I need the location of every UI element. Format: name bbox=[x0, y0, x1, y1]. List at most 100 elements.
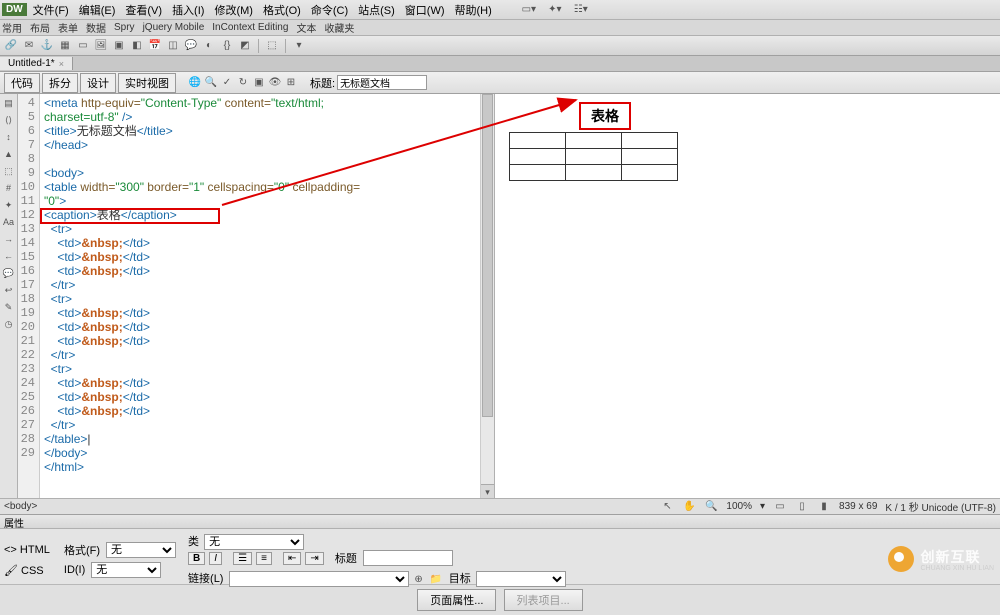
table-cell[interactable] bbox=[510, 133, 566, 149]
vis-aids-icon[interactable]: 👁 bbox=[268, 76, 282, 90]
menu-insert[interactable]: 插入(I) bbox=[172, 2, 204, 18]
ul-button[interactable]: ☰ bbox=[233, 552, 252, 565]
tab-text[interactable]: 文本 bbox=[296, 20, 316, 35]
indent-icon[interactable]: → bbox=[2, 232, 16, 246]
design-preview[interactable]: 表格 bbox=[495, 94, 1000, 498]
table-cell[interactable] bbox=[622, 133, 678, 149]
open-docs-icon[interactable]: ▤ bbox=[2, 96, 16, 110]
table-cell[interactable] bbox=[510, 165, 566, 181]
anchor-icon[interactable]: ⚓ bbox=[40, 39, 54, 53]
comment-icon[interactable]: 💬 bbox=[184, 39, 198, 53]
outdent-icon[interactable]: ← bbox=[2, 249, 16, 263]
window-size-icon[interactable]: ▭ bbox=[773, 500, 787, 514]
pointer-icon[interactable]: ↖ bbox=[660, 500, 674, 514]
menu-command[interactable]: 命令(C) bbox=[311, 2, 348, 18]
properties-header[interactable]: 属性 bbox=[0, 515, 1000, 529]
tab-common[interactable]: 常用 bbox=[2, 20, 22, 35]
globe-icon[interactable]: 🌐 bbox=[188, 76, 202, 90]
highlight-icon[interactable]: ✦ bbox=[2, 198, 16, 212]
script-icon[interactable]: {} bbox=[220, 39, 234, 53]
zoom-value[interactable]: 100% bbox=[726, 501, 752, 512]
view-design-button[interactable]: 设计 bbox=[80, 73, 116, 93]
refresh-icon[interactable]: ↻ bbox=[236, 76, 250, 90]
zoom-icon[interactable]: 🔍 bbox=[704, 500, 718, 514]
menu-modify[interactable]: 修改(M) bbox=[214, 2, 253, 18]
menu-format[interactable]: 格式(O) bbox=[263, 2, 301, 18]
table-cell[interactable] bbox=[510, 149, 566, 165]
table-cell[interactable] bbox=[566, 149, 622, 165]
tag-path[interactable]: <body> bbox=[4, 501, 37, 512]
menu-site[interactable]: 站点(S) bbox=[358, 2, 395, 18]
inspect-icon[interactable]: 🔍 bbox=[204, 76, 218, 90]
css-mode-button[interactable]: 🖌 CSS bbox=[4, 564, 44, 577]
html-mode-button[interactable]: <> HTML bbox=[4, 544, 50, 556]
linenum-icon[interactable]: # bbox=[2, 181, 16, 195]
target-select[interactable] bbox=[476, 571, 566, 587]
view-live-button[interactable]: 实时视图 bbox=[118, 73, 176, 93]
head-icon[interactable]: ◐ bbox=[202, 39, 216, 53]
table-cell[interactable] bbox=[622, 165, 678, 181]
menu-edit[interactable]: 编辑(E) bbox=[79, 2, 116, 18]
table-icon[interactable]: ▦ bbox=[58, 39, 72, 53]
expand-icon[interactable]: ↕ bbox=[2, 130, 16, 144]
close-icon[interactable]: × bbox=[59, 59, 64, 69]
layout-icon[interactable]: ▭▾ bbox=[522, 3, 536, 17]
phone-icon[interactable]: ▮ bbox=[817, 500, 831, 514]
link-select[interactable] bbox=[229, 571, 409, 587]
chevron-down-icon[interactable]: ▾ bbox=[760, 501, 765, 512]
title-attr-input[interactable] bbox=[363, 550, 453, 566]
menu-file[interactable]: 文件(F) bbox=[33, 2, 69, 18]
code-editor[interactable]: <meta http-equiv="Content-Type" content=… bbox=[40, 94, 495, 498]
menu-window[interactable]: 窗口(W) bbox=[405, 2, 445, 18]
page-properties-button[interactable]: 页面属性... bbox=[417, 589, 496, 611]
date-icon[interactable]: 📅 bbox=[148, 39, 162, 53]
ssi-icon[interactable]: ◫ bbox=[166, 39, 180, 53]
menu-help[interactable]: 帮助(H) bbox=[455, 2, 492, 18]
settings-icon[interactable]: ☷▾ bbox=[574, 3, 588, 17]
tab-data[interactable]: 数据 bbox=[86, 20, 106, 35]
browser-icon[interactable]: ⊞ bbox=[284, 76, 298, 90]
id-select[interactable]: 无 bbox=[91, 562, 161, 578]
tab-forms[interactable]: 表单 bbox=[58, 20, 78, 35]
template-icon[interactable]: ◩ bbox=[238, 39, 252, 53]
media-icon[interactable]: ▣ bbox=[112, 39, 126, 53]
italic-button[interactable]: I bbox=[209, 552, 222, 565]
image-icon[interactable]: 🖼 bbox=[94, 39, 108, 53]
tab-incontext[interactable]: InContext Editing bbox=[212, 22, 288, 33]
title-input[interactable] bbox=[337, 75, 427, 90]
div-icon[interactable]: ▭ bbox=[76, 39, 90, 53]
format-select[interactable]: 无 bbox=[106, 542, 176, 558]
tab-jquery[interactable]: jQuery Mobile bbox=[143, 22, 205, 33]
hyperlink-icon[interactable]: 🔗 bbox=[4, 39, 18, 53]
collapse-icon[interactable]: ⟨⟩ bbox=[2, 113, 16, 127]
check-icon[interactable]: ✓ bbox=[220, 76, 234, 90]
extend-icon[interactable]: ✦▾ bbox=[548, 3, 562, 17]
tab-layout[interactable]: 布局 bbox=[30, 20, 50, 35]
preview-table[interactable] bbox=[509, 132, 678, 181]
scroll-down-icon[interactable]: ▾ bbox=[481, 484, 494, 498]
tablet-icon[interactable]: ▯ bbox=[795, 500, 809, 514]
scrollbar[interactable]: ▾ bbox=[480, 94, 494, 498]
outdent-button[interactable]: ⇤ bbox=[283, 552, 301, 565]
parent-icon[interactable]: ▲ bbox=[2, 147, 16, 161]
bold-button[interactable]: B bbox=[188, 552, 205, 565]
more-icon[interactable]: ▾ bbox=[292, 39, 306, 53]
table-cell[interactable] bbox=[566, 133, 622, 149]
email-icon[interactable]: ✉ bbox=[22, 39, 36, 53]
wrap-icon[interactable]: ↩ bbox=[2, 283, 16, 297]
class-select[interactable]: 无 bbox=[204, 534, 304, 550]
tab-spry[interactable]: Spry bbox=[114, 22, 135, 33]
snippet-icon[interactable]: ✎ bbox=[2, 300, 16, 314]
nav-icon[interactable]: ▣ bbox=[252, 76, 266, 90]
link-target-icon[interactable]: ⊕ bbox=[412, 573, 426, 587]
indent-button[interactable]: ⇥ bbox=[305, 552, 323, 565]
folder-icon[interactable]: 📁 bbox=[429, 573, 443, 587]
table-cell[interactable] bbox=[622, 149, 678, 165]
tab-fav[interactable]: 收藏夹 bbox=[324, 20, 354, 35]
document-tab[interactable]: Untitled-1* × bbox=[0, 57, 73, 70]
select-icon[interactable]: ⬚ bbox=[2, 164, 16, 178]
widget-icon[interactable]: ◧ bbox=[130, 39, 144, 53]
hand-icon[interactable]: ✋ bbox=[682, 500, 696, 514]
view-split-button[interactable]: 拆分 bbox=[42, 73, 78, 93]
menu-view[interactable]: 查看(V) bbox=[125, 2, 162, 18]
